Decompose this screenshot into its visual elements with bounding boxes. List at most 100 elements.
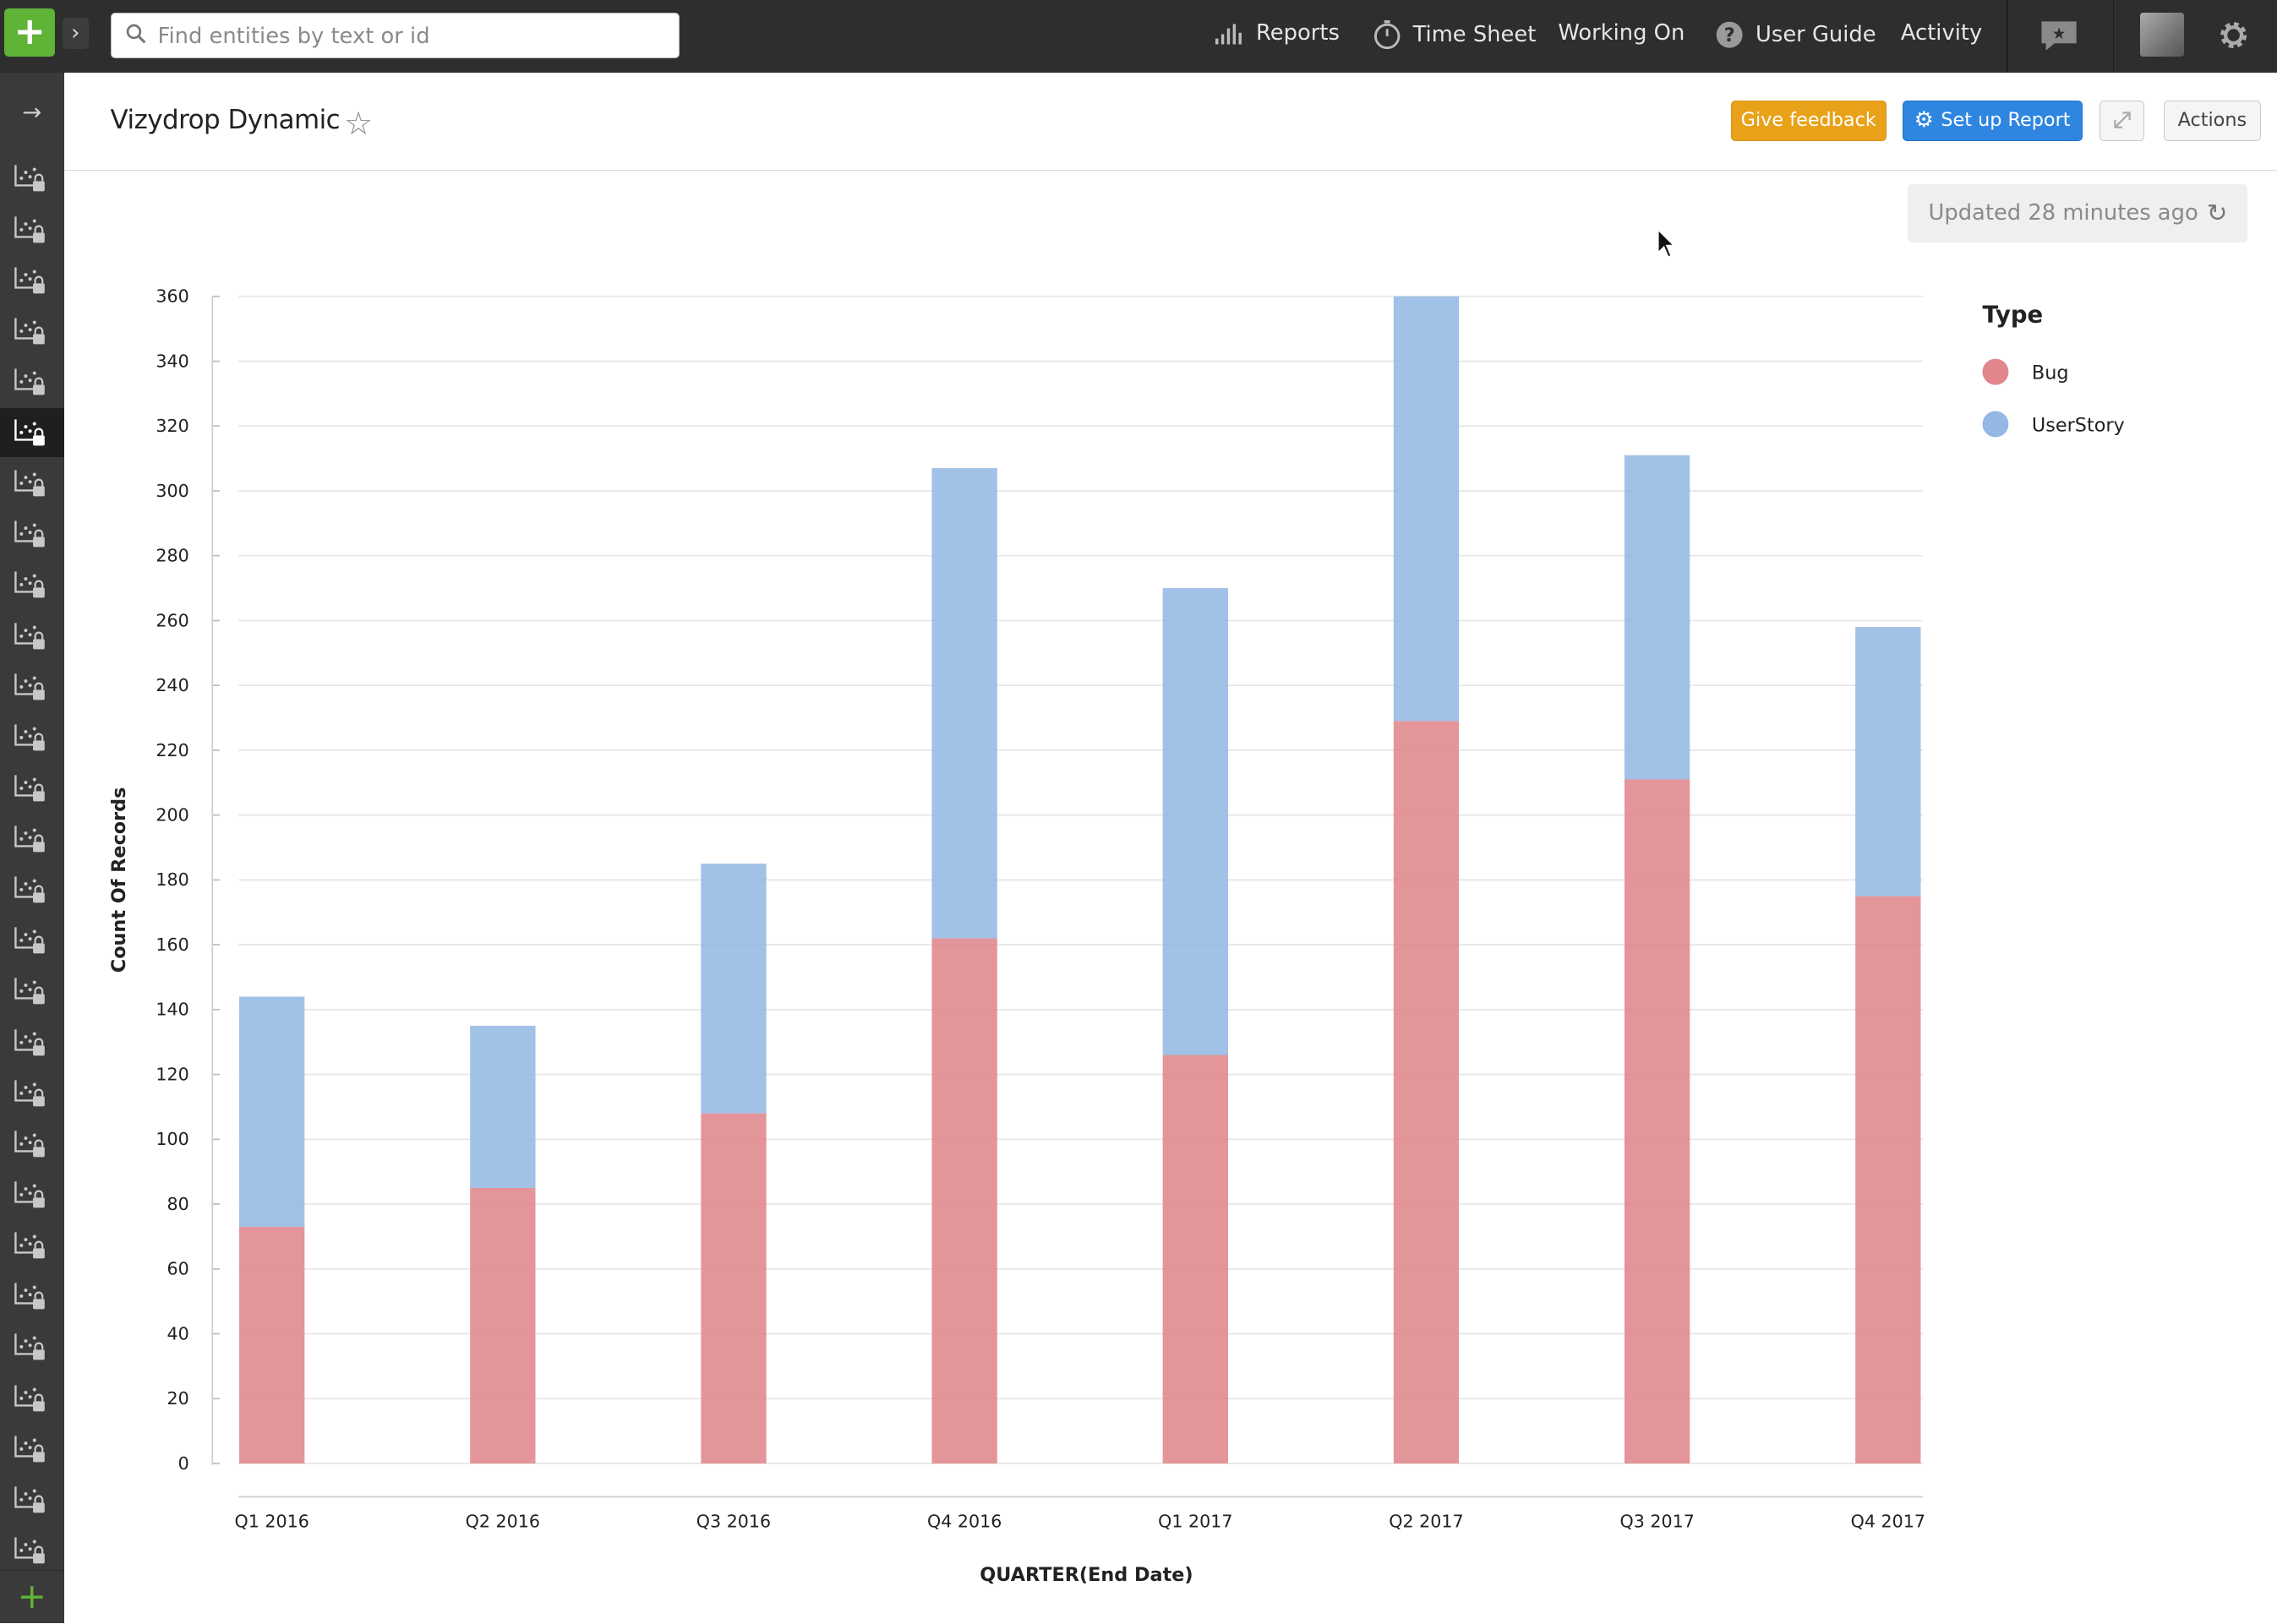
favorite-star-icon[interactable]: ☆ bbox=[344, 105, 373, 142]
locked-report-icon[interactable] bbox=[13, 1229, 47, 1262]
locked-report-icon[interactable] bbox=[13, 975, 47, 1007]
y-tick-label: 220 bbox=[156, 740, 188, 760]
locked-report-icon[interactable] bbox=[13, 924, 47, 956]
page-title: Vizydrop Dynamic bbox=[110, 104, 341, 135]
bar-userstory bbox=[1854, 626, 1921, 896]
y-tick-label: 140 bbox=[156, 999, 188, 1019]
nav-working-on-label: Working On bbox=[1558, 20, 1685, 46]
svg-text:?: ? bbox=[1724, 25, 1735, 46]
nav-user-guide-label: User Guide bbox=[1756, 22, 1876, 48]
bar-userstory bbox=[238, 996, 304, 1227]
bar-userstory bbox=[700, 863, 767, 1114]
locked-report-icon[interactable] bbox=[13, 1534, 47, 1567]
locked-report-icon[interactable] bbox=[13, 1179, 47, 1211]
y-tick-label: 40 bbox=[167, 1323, 188, 1343]
set-up-report-label: Set up Report bbox=[1941, 108, 2071, 131]
y-tick-label: 340 bbox=[156, 351, 188, 371]
bar-bug bbox=[700, 1113, 767, 1463]
help-icon: ? bbox=[1716, 21, 1743, 48]
bar-chart-icon bbox=[1215, 24, 1242, 45]
locked-report-icon[interactable] bbox=[13, 1382, 47, 1414]
locked-report-icon[interactable] bbox=[13, 264, 47, 297]
bar-bug bbox=[931, 938, 997, 1463]
nav-time-sheet-label: Time Sheet bbox=[1412, 22, 1537, 48]
bar-userstory bbox=[469, 1025, 536, 1188]
locked-report-icon[interactable] bbox=[13, 1433, 47, 1465]
feedback-chat-icon[interactable]: ★ bbox=[2039, 19, 2079, 53]
set-up-report-button[interactable]: ⚙ Set up Report bbox=[1902, 100, 2083, 141]
y-tick-label: 200 bbox=[156, 804, 188, 825]
y-tick-label: 180 bbox=[156, 869, 188, 890]
x-tick-label: Q3 2016 bbox=[696, 1511, 770, 1531]
locked-report-icon[interactable] bbox=[13, 569, 47, 601]
y-tick-label: 80 bbox=[167, 1194, 188, 1214]
collapse-arrow-icon[interactable]: → bbox=[0, 99, 64, 126]
nav-activity-label: Activity bbox=[1900, 20, 1983, 46]
bar-bug bbox=[1624, 779, 1690, 1463]
legend-swatch-userstory bbox=[1982, 411, 2008, 438]
search-box[interactable] bbox=[110, 13, 680, 58]
x-tick-label: Q4 2016 bbox=[927, 1511, 1002, 1531]
bar-userstory bbox=[1162, 587, 1228, 1055]
gear-icon: ⚙ bbox=[1914, 106, 1934, 133]
y-tick-label: 120 bbox=[156, 1064, 188, 1084]
nav-reports-label: Reports bbox=[1256, 20, 1340, 46]
locked-report-icon[interactable] bbox=[13, 518, 47, 550]
locked-report-icon[interactable] bbox=[13, 1484, 47, 1516]
bar-bug bbox=[1854, 896, 1921, 1463]
bar-userstory bbox=[1393, 296, 1459, 722]
x-tick-label: Q4 2017 bbox=[1850, 1511, 1925, 1531]
x-tick-label: Q1 2017 bbox=[1158, 1511, 1232, 1531]
locked-report-icon[interactable] bbox=[13, 1280, 47, 1312]
x-tick-label: Q2 2017 bbox=[1389, 1511, 1463, 1531]
locked-report-icon[interactable] bbox=[13, 366, 47, 398]
stopwatch-icon bbox=[1373, 20, 1400, 50]
bar-bug bbox=[238, 1226, 304, 1463]
locked-report-icon[interactable] bbox=[13, 1128, 47, 1160]
locked-report-icon[interactable] bbox=[13, 315, 47, 347]
add-report-button[interactable]: + bbox=[0, 1569, 64, 1623]
top-bar: + › Reports Time Sh bbox=[0, 0, 2277, 73]
report-header: Vizydrop Dynamic ☆ Give feedback ⚙ Set up… bbox=[63, 72, 2277, 171]
locked-report-icon[interactable] bbox=[13, 874, 47, 906]
y-tick-label: 20 bbox=[167, 1388, 188, 1409]
nav-activity[interactable]: Activity bbox=[1901, 20, 1982, 46]
x-tick-label: Q2 2016 bbox=[465, 1511, 539, 1531]
locked-report-icon[interactable] bbox=[13, 620, 47, 652]
locked-report-icon[interactable] bbox=[13, 671, 47, 703]
y-tick-label: 160 bbox=[156, 935, 188, 955]
expand-arrows-icon bbox=[2114, 112, 2131, 128]
bar-bug bbox=[1393, 721, 1459, 1463]
locked-report-icon[interactable] bbox=[13, 1331, 47, 1363]
user-avatar[interactable] bbox=[2140, 13, 2184, 57]
locked-report-icon[interactable] bbox=[13, 823, 47, 855]
locked-report-icon[interactable] bbox=[13, 772, 47, 804]
bar-bug bbox=[1162, 1055, 1228, 1463]
stacked-bar-chart: 0 20 40 60 80 100 120 140 160 180 200 220 240 260 280 3… bbox=[108, 286, 2125, 1586]
give-feedback-button[interactable]: Give feedback bbox=[1730, 100, 1887, 141]
bar-userstory bbox=[1624, 455, 1690, 780]
nav-working-on[interactable]: Working On bbox=[1558, 20, 1685, 46]
legend-label-bug: Bug bbox=[2031, 362, 2068, 384]
search-input[interactable] bbox=[155, 18, 669, 55]
y-tick-label: 60 bbox=[167, 1258, 188, 1278]
locked-report-icon[interactable] bbox=[13, 1077, 47, 1109]
y-axis-title: Count Of Records bbox=[108, 787, 130, 973]
locked-report-icon[interactable] bbox=[13, 214, 47, 246]
y-tick-label: 360 bbox=[156, 286, 188, 306]
locked-report-icon[interactable] bbox=[13, 467, 47, 499]
settings-gear-icon[interactable] bbox=[2216, 18, 2251, 52]
nav-user-guide[interactable]: ? User Guide bbox=[1715, 20, 1876, 49]
nav-time-sheet[interactable]: Time Sheet bbox=[1373, 20, 1537, 50]
add-entity-button[interactable]: + bbox=[4, 8, 56, 57]
locked-report-icon[interactable] bbox=[13, 417, 47, 449]
y-tick-label: 300 bbox=[156, 481, 188, 501]
expand-sidebar-button[interactable]: › bbox=[62, 17, 89, 50]
fullscreen-button[interactable] bbox=[2100, 100, 2145, 141]
nav-reports[interactable]: Reports bbox=[1215, 20, 1340, 46]
locked-report-icon[interactable] bbox=[13, 1027, 47, 1059]
y-tick-label: 240 bbox=[156, 675, 188, 695]
actions-button[interactable]: Actions bbox=[2163, 100, 2261, 141]
locked-report-icon[interactable] bbox=[13, 722, 47, 754]
locked-report-icon[interactable] bbox=[13, 162, 47, 194]
